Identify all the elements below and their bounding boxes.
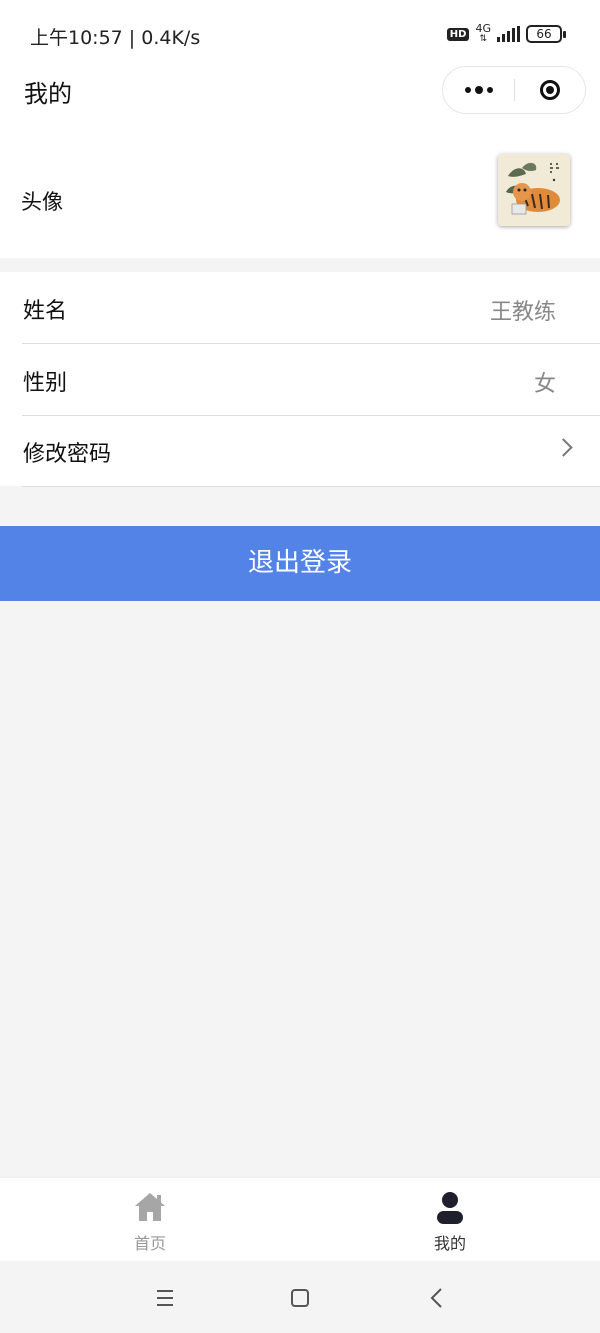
more-dots-icon xyxy=(465,87,471,93)
network-type: 4G xyxy=(475,22,491,35)
status-time: 上午10:57 | 0.4K/s xyxy=(30,27,201,49)
gender-value: 女 xyxy=(533,372,556,397)
gender-row: 性别 女 xyxy=(22,344,600,416)
avatar[interactable] xyxy=(498,154,570,226)
signal-icon xyxy=(497,26,520,42)
target-icon xyxy=(540,80,560,100)
system-navigation-bar xyxy=(0,1261,600,1333)
avatar-row[interactable]: 头像 xyxy=(0,120,600,258)
logout-button[interactable]: 退出登录 xyxy=(0,526,600,601)
mini-program-capsule xyxy=(442,66,586,114)
tab-home-label: 首页 xyxy=(133,1234,166,1253)
recent-apps-button[interactable] xyxy=(150,1286,180,1310)
chevron-right-icon xyxy=(554,438,573,457)
data-arrows-icon: ⇅ xyxy=(479,34,487,44)
tab-mine[interactable]: 我的 xyxy=(300,1178,600,1262)
name-row: 姓名 王教练 xyxy=(22,272,600,344)
name-label: 姓名 xyxy=(23,299,68,324)
home-icon xyxy=(135,1193,165,1221)
home-system-button[interactable] xyxy=(285,1286,315,1310)
tab-bar: 首页 我的 xyxy=(0,1177,600,1262)
avatar-illustration xyxy=(498,154,570,226)
square-icon xyxy=(291,1289,309,1307)
profile-info-card: 姓名 王教练 性别 女 修改密码 xyxy=(0,272,600,487)
more-button[interactable] xyxy=(443,67,515,113)
page-title: 我的 xyxy=(24,80,72,108)
close-mini-program-button[interactable] xyxy=(515,67,585,113)
tab-mine-label: 我的 xyxy=(433,1234,466,1253)
user-icon xyxy=(437,1192,463,1224)
gender-label: 性别 xyxy=(23,371,68,396)
network-indicator: 4G ⇅ xyxy=(475,22,491,44)
name-value: 王教练 xyxy=(489,300,556,325)
nav-bar: 我的 xyxy=(0,62,600,120)
change-password-row[interactable]: 修改密码 xyxy=(22,415,600,487)
menu-icon xyxy=(157,1290,173,1306)
back-arrow-icon xyxy=(430,1288,442,1308)
change-password-label: 修改密码 xyxy=(23,442,112,467)
status-icons: HD 4G ⇅ 66 xyxy=(446,22,566,44)
status-bar: 上午10:57 | 0.4K/s HD 4G ⇅ 66 xyxy=(0,0,600,70)
hd-badge: HD xyxy=(446,27,470,41)
avatar-label: 头像 xyxy=(21,190,63,214)
battery-level: 66 xyxy=(526,25,562,43)
back-system-button[interactable] xyxy=(422,1286,452,1310)
tab-home[interactable]: 首页 xyxy=(0,1178,300,1262)
battery-icon: 66 xyxy=(526,25,566,43)
